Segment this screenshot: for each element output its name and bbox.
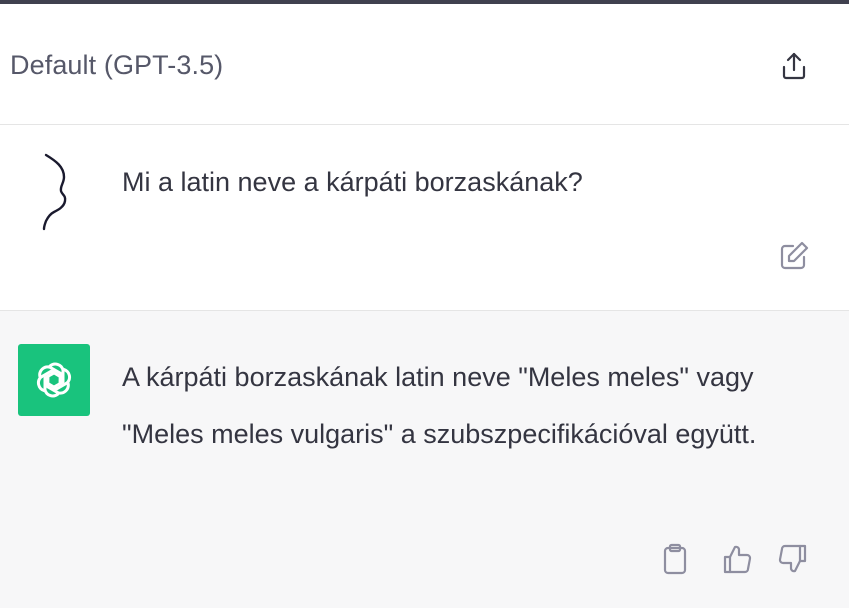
assistant-message-row: A kárpáti borzaskának latin neve "Meles … — [0, 311, 849, 608]
copy-icon — [663, 543, 687, 575]
share-button[interactable] — [776, 48, 812, 84]
edit-message-button[interactable] — [775, 237, 813, 275]
chat-header: Default (GPT-3.5) — [0, 4, 849, 125]
user-message-text: Mi a latin neve a kárpáti borzaskának? — [122, 167, 583, 197]
model-title: Default (GPT-3.5) — [10, 50, 224, 80]
edit-icon — [780, 241, 809, 270]
assistant-message-text: A kárpáti borzaskának latin neve "Meles … — [122, 362, 757, 449]
message-actions — [655, 539, 825, 579]
user-avatar-drawing-icon — [42, 153, 67, 231]
thumbs-up-button[interactable] — [717, 539, 757, 579]
copy-button[interactable] — [655, 539, 695, 579]
share-icon — [782, 52, 806, 80]
user-message-row: Mi a latin neve a kárpáti borzaskának? — [0, 125, 849, 311]
thumbs-down-icon — [778, 544, 807, 573]
openai-logo-icon — [36, 362, 72, 398]
user-avatar — [34, 153, 80, 235]
thumbs-up-icon — [723, 545, 752, 574]
assistant-avatar — [18, 344, 90, 416]
thumbs-down-button[interactable] — [773, 539, 813, 579]
